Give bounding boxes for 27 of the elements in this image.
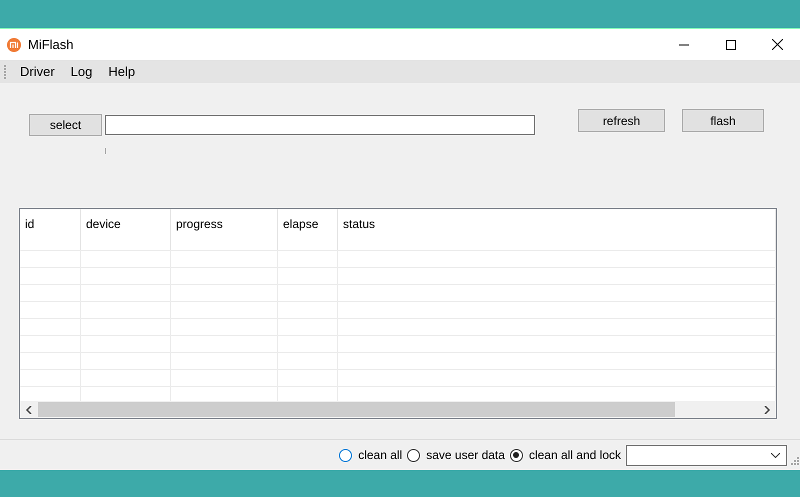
menu-item[interactable]: Log: [68, 62, 96, 82]
column-header[interactable]: elapse: [283, 215, 318, 233]
scrollbar-thumb[interactable]: [38, 402, 675, 417]
mode-dropdown[interactable]: [626, 444, 787, 466]
close-icon[interactable]: [772, 39, 783, 50]
grip-icon: [4, 64, 7, 78]
app-logo-icon: [7, 38, 21, 52]
menu-item[interactable]: Help: [105, 62, 138, 82]
scroll-right-icon[interactable]: [763, 406, 771, 414]
horizontal-scrollbar[interactable]: [20, 401, 776, 418]
window-title: MiFlash: [28, 36, 74, 54]
resize-grip-icon: [790, 456, 799, 464]
select-button[interactable]: select: [29, 114, 102, 136]
radio-option[interactable]: clean all and lock: [510, 446, 621, 464]
scroll-left-icon[interactable]: [25, 406, 33, 414]
maximize-icon[interactable]: [726, 40, 736, 50]
refresh-button[interactable]: refresh: [578, 109, 665, 132]
column-header[interactable]: device: [86, 215, 121, 233]
column-header[interactable]: status: [343, 215, 376, 233]
menu-item[interactable]: Driver: [17, 62, 58, 82]
path-field[interactable]: [105, 115, 535, 135]
flash-button[interactable]: flash: [682, 109, 764, 132]
radio-option[interactable]: clean all: [339, 446, 402, 464]
column-header[interactable]: id: [25, 215, 34, 233]
column-header[interactable]: progress: [176, 215, 223, 233]
radio-option[interactable]: save user data: [407, 446, 505, 464]
caret-icon: [771, 452, 780, 458]
